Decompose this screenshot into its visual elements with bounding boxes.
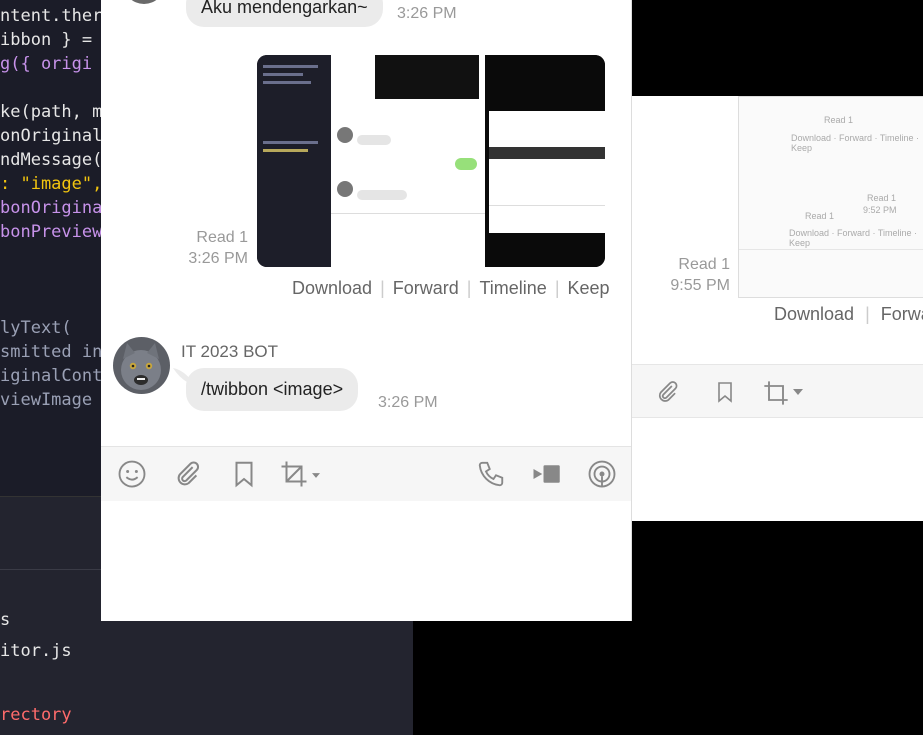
separator: | — [380, 278, 385, 298]
emoji-icon[interactable] — [117, 459, 147, 489]
code-line: onOriginal — [0, 126, 103, 146]
bookmark-icon[interactable] — [713, 379, 737, 405]
separator: | — [466, 278, 472, 298]
back-read-label: Read 1 — [678, 256, 730, 273]
back-toolbar — [632, 364, 923, 418]
message-compose-area[interactable] — [101, 501, 631, 621]
message-time: 3:26 PM — [397, 5, 457, 22]
separator: | — [865, 304, 870, 324]
message-toolbar — [101, 446, 631, 502]
paperclip-icon[interactable] — [172, 459, 202, 489]
live-broadcast-icon[interactable] — [587, 459, 617, 489]
chevron-down-icon[interactable] — [312, 473, 320, 478]
panel-line: s — [0, 610, 11, 630]
panel-line-error: rectory — [0, 705, 72, 725]
bookmark-icon[interactable] — [229, 459, 259, 489]
panel-line: itor.js — [0, 641, 72, 661]
crop-icon[interactable] — [279, 459, 309, 489]
back-image-preview[interactable]: Read 1 Download · Forward · Timeline · K… — [738, 96, 923, 298]
back-action-bar: Download | Forwa — [774, 304, 923, 325]
code-line: lyText( — [0, 318, 72, 338]
phone-icon[interactable] — [476, 459, 506, 489]
read-time: 3:26 PM — [188, 250, 248, 267]
avatar[interactable] — [123, 0, 165, 4]
code-line: iginalConte — [0, 366, 113, 386]
image-message-thumbnail[interactable] — [257, 55, 605, 267]
code-line: ndMessage( — [0, 150, 103, 170]
cat-avatar-image — [113, 337, 170, 394]
sender-name: IT 2023 BOT — [181, 342, 279, 361]
read-status: Read 1 3:26 PM — [188, 227, 248, 269]
back-read-status: Read 1 9:55 PM — [670, 254, 730, 296]
message-time: 3:26 PM — [378, 394, 438, 411]
code-line: ke(path, m — [0, 102, 103, 122]
separator: | — [554, 278, 560, 298]
crop-icon[interactable] — [762, 379, 790, 407]
chevron-down-icon[interactable] — [793, 389, 803, 395]
code-line: : "image", — [0, 174, 103, 194]
back-download-link[interactable]: Download — [774, 304, 854, 324]
code-line: ibbon } = — [0, 30, 93, 50]
chat-window: Aku mendengarkan~ 3:26 PM Read 1 3:26 PM… — [101, 0, 632, 621]
video-call-icon[interactable] — [531, 459, 561, 489]
code-line: g({ origi — [0, 54, 93, 74]
message-bubble: /twibbon <image> — [186, 368, 359, 411]
forward-link[interactable]: Forward — [393, 278, 459, 298]
image-action-bar: Download | Forward | Timeline | Keep — [292, 278, 610, 299]
keep-link[interactable]: Keep — [568, 278, 610, 298]
code-line: bonPreview — [0, 222, 103, 242]
back-time-label: 9:55 PM — [670, 277, 730, 294]
paperclip-icon[interactable] — [654, 379, 680, 405]
download-link[interactable]: Download — [292, 278, 372, 298]
back-forward-link[interactable]: Forwa — [881, 304, 923, 324]
timeline-link[interactable]: Timeline — [479, 278, 546, 298]
code-line: bonOrigina — [0, 198, 103, 218]
bot-avatar[interactable] — [113, 337, 170, 394]
back-chat-window: Read 1 Download · Forward · Timeline · K… — [632, 96, 923, 521]
read-label: Read 1 — [196, 229, 248, 246]
message-bubble: Aku mendengarkan~ — [186, 0, 383, 27]
code-line: viewImage — [0, 390, 93, 410]
code-line: ntent.ther — [0, 6, 103, 26]
code-line: smitted in — [0, 342, 103, 362]
